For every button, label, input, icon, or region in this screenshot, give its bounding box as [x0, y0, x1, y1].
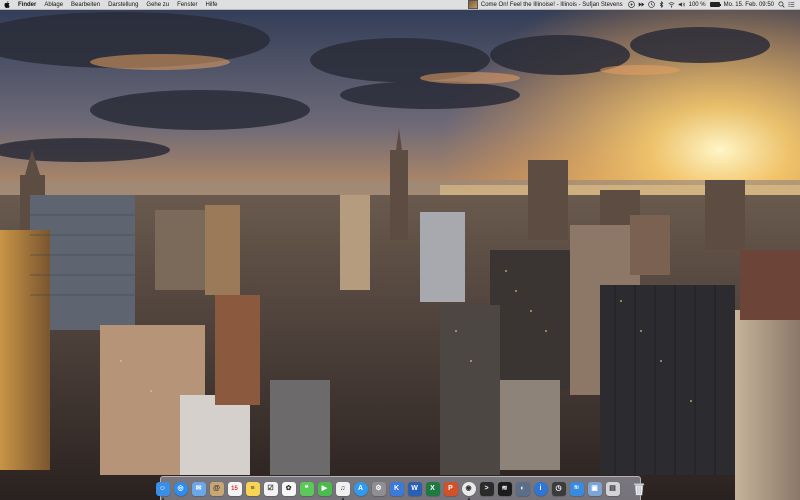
- list-icon[interactable]: [787, 1, 795, 8]
- menu-ablage[interactable]: Ablage: [40, 0, 67, 10]
- dock: ☺ ◎ ✉ @15 ≡ ☑ ✿ ❝ ▶ ♫ A ⚙ K W X P ◉ > ≋ ◐ i ◷ fii ▣ ▤: [155, 476, 644, 500]
- dock-chrome-icon[interactable]: ◉: [461, 481, 476, 500]
- dock-itunes-icon[interactable]: ♫: [335, 481, 350, 500]
- menu-bar-left: Finder Ablage Bearbeiten Darstellung Geh…: [0, 0, 221, 10]
- dock-instruments-icon[interactable]: ◐: [515, 481, 530, 496]
- volume-icon[interactable]: [678, 1, 685, 8]
- dock-calendar-icon[interactable]: 15: [227, 481, 242, 496]
- now-playing-text[interactable]: Come On! Feel the Illinoise! - Illinois …: [481, 0, 623, 10]
- dock-safari-glyph: ◎: [177, 485, 184, 492]
- dock-info-icon[interactable]: i: [533, 481, 548, 496]
- dock-keynote-icon[interactable]: K: [389, 481, 404, 496]
- dock-running-indicator: [467, 497, 470, 500]
- dock-messages-icon[interactable]: ❝: [299, 481, 314, 496]
- dock-notes-glyph: ≡: [250, 485, 255, 492]
- dock-terminal-glyph: >: [484, 485, 489, 492]
- dock-excel-glyph: X: [430, 485, 435, 492]
- dock-fii-icon[interactable]: fii: [569, 481, 584, 496]
- dock-spotify-glyph: ≋: [501, 485, 508, 492]
- dock-info-glyph: i: [539, 485, 542, 492]
- dock-safari-icon[interactable]: ◎: [173, 481, 188, 496]
- dock-powerpoint-icon[interactable]: P: [443, 481, 458, 496]
- menu-bar-right: Come On! Feel the Illinoise! - Illinois …: [467, 0, 800, 10]
- trash-icon[interactable]: [632, 482, 646, 496]
- dock-system-preferences-icon[interactable]: ⚙: [371, 481, 386, 496]
- menu-bearbeiten[interactable]: Bearbeiten: [67, 0, 104, 10]
- menu-app-name[interactable]: Finder: [14, 0, 40, 10]
- dock-facetime-icon[interactable]: ▶: [317, 481, 332, 496]
- menu-bar: Finder Ablage Bearbeiten Darstellung Geh…: [0, 0, 800, 10]
- dock-downloads-glyph: ▤: [609, 485, 616, 492]
- dock-word-glyph: W: [411, 485, 418, 492]
- dock-downloads-icon[interactable]: ▤: [605, 481, 620, 496]
- album-art-icon[interactable]: [467, 0, 478, 9]
- dock-preview-icon[interactable]: ▣: [587, 481, 602, 496]
- dock-running-indicator: [341, 497, 344, 500]
- dock-spotify-icon[interactable]: ≋: [497, 481, 512, 496]
- dock-app-store-glyph: A: [357, 485, 364, 492]
- dock-excel-icon[interactable]: X: [425, 481, 440, 496]
- dock-facetime-glyph: ▶: [321, 485, 328, 492]
- dock-contacts-glyph: @: [213, 485, 220, 492]
- dock-photos-icon[interactable]: ✿: [281, 481, 296, 496]
- dock-contacts-icon[interactable]: @: [209, 481, 224, 496]
- dock-dashboard-icon[interactable]: ◷: [551, 481, 566, 496]
- apple-logo-icon[interactable]: [0, 0, 14, 10]
- dock-mail-icon[interactable]: ✉: [191, 481, 206, 496]
- menu-gehe-zu[interactable]: Gehe zu: [142, 0, 173, 10]
- menu-darstellung[interactable]: Darstellung: [104, 0, 142, 10]
- dock-keynote-glyph: K: [393, 485, 400, 492]
- dock-chrome-glyph: ◉: [465, 485, 472, 492]
- dock-notes-icon[interactable]: ≡: [245, 481, 260, 496]
- dock-calendar-glyph: 15: [231, 485, 238, 492]
- dock-reminders-icon[interactable]: ☑: [263, 481, 278, 496]
- dock-mail-glyph: ✉: [195, 485, 202, 492]
- dock-fii-glyph: fii: [574, 485, 579, 491]
- dock-preview-glyph: ▣: [591, 485, 598, 492]
- menu-fenster[interactable]: Fenster: [173, 0, 201, 10]
- search-icon[interactable]: [777, 1, 785, 8]
- dock-word-icon[interactable]: W: [407, 481, 422, 496]
- dock-instruments-glyph: ◐: [520, 485, 525, 492]
- dock-system-preferences-glyph: ⚙: [375, 485, 382, 492]
- battery-percent[interactable]: 100 %: [689, 0, 706, 10]
- dock-finder-glyph: ☺: [158, 485, 167, 492]
- dock-reminders-glyph: ☑: [267, 485, 274, 492]
- play-icon[interactable]: [628, 1, 635, 8]
- bluetooth-icon[interactable]: [658, 1, 665, 8]
- dock-terminal-icon[interactable]: >: [479, 481, 494, 496]
- forward-icon[interactable]: [638, 1, 645, 8]
- dock-running-indicator: [161, 497, 164, 500]
- dock-powerpoint-glyph: P: [448, 485, 453, 492]
- dock-messages-glyph: ❝: [304, 485, 309, 492]
- dock-finder-icon[interactable]: ☺: [155, 481, 170, 500]
- menu-clock[interactable]: Mo. 15. Feb. 09:50: [724, 0, 774, 10]
- desktop-wallpaper: [0, 0, 800, 500]
- dock-itunes-glyph: ♫: [339, 485, 346, 492]
- wifi-icon[interactable]: [668, 1, 675, 8]
- battery-icon[interactable]: [709, 2, 721, 7]
- menu-hilfe[interactable]: Hilfe: [201, 0, 221, 10]
- dock-app-store-icon[interactable]: A: [353, 481, 368, 496]
- dock-photos-glyph: ✿: [285, 485, 292, 492]
- clock-icon[interactable]: [648, 1, 655, 8]
- dock-dashboard-glyph: ◷: [555, 485, 562, 492]
